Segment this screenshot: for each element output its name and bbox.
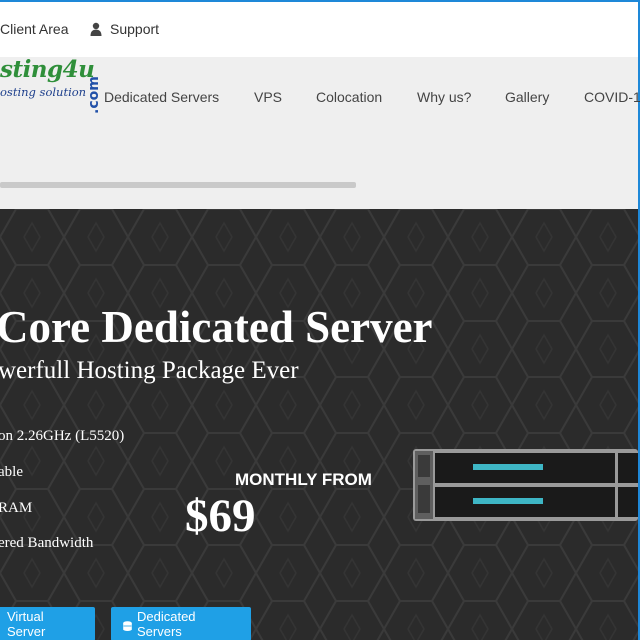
nav-item-gallery[interactable]: Gallery: [505, 89, 549, 105]
virtual-server-button[interactable]: Virtual Server: [0, 607, 95, 640]
nav-item-colocation[interactable]: Colocation: [316, 89, 382, 105]
hero-banner: Core Dedicated Server werfull Hosting Pa…: [0, 209, 638, 640]
nav-item-why-us[interactable]: Why us?: [417, 89, 471, 105]
hero-title: Core Dedicated Server: [0, 302, 433, 352]
top-bar: Client Area Support: [0, 2, 638, 57]
support-label: Support: [110, 21, 160, 37]
dedicated-servers-label: Dedicated Servers: [137, 609, 196, 639]
virtual-server-label: Virtual Server: [7, 609, 46, 639]
client-area-label: Client Area: [0, 21, 69, 37]
price: $69: [185, 490, 256, 542]
logo-wordmark: sting4u: [0, 56, 95, 83]
feature-ram: RAM: [0, 500, 33, 516]
hexagon-pattern: [0, 209, 638, 640]
client-area-link[interactable]: Client Area: [0, 21, 68, 37]
nav-item-covid[interactable]: COVID-1: [584, 89, 640, 105]
user-icon: [90, 22, 102, 36]
site-logo[interactable]: sting4u osting solution .com: [0, 54, 102, 164]
support-link[interactable]: Support: [90, 21, 159, 37]
dedicated-servers-button[interactable]: Dedicated Servers: [111, 607, 251, 640]
feature-cpu: on 2.26GHz (L5520): [0, 428, 125, 444]
server-rack-image: [413, 449, 638, 521]
monthly-from-label: MONTHLY FROM: [235, 470, 372, 489]
database-icon: [123, 619, 132, 631]
nav-item-vps[interactable]: VPS: [254, 89, 282, 105]
main-nav: Dedicated Servers VPS Colocation Why us?…: [0, 89, 640, 109]
horizontal-scrollbar[interactable]: [0, 182, 356, 188]
feature-bandwidth: ered Bandwidth: [0, 535, 94, 551]
feature-storage: able: [0, 464, 23, 480]
hero-subtitle: werfull Hosting Package Ever: [0, 357, 299, 384]
nav-item-dedicated-servers[interactable]: Dedicated Servers: [104, 89, 219, 105]
